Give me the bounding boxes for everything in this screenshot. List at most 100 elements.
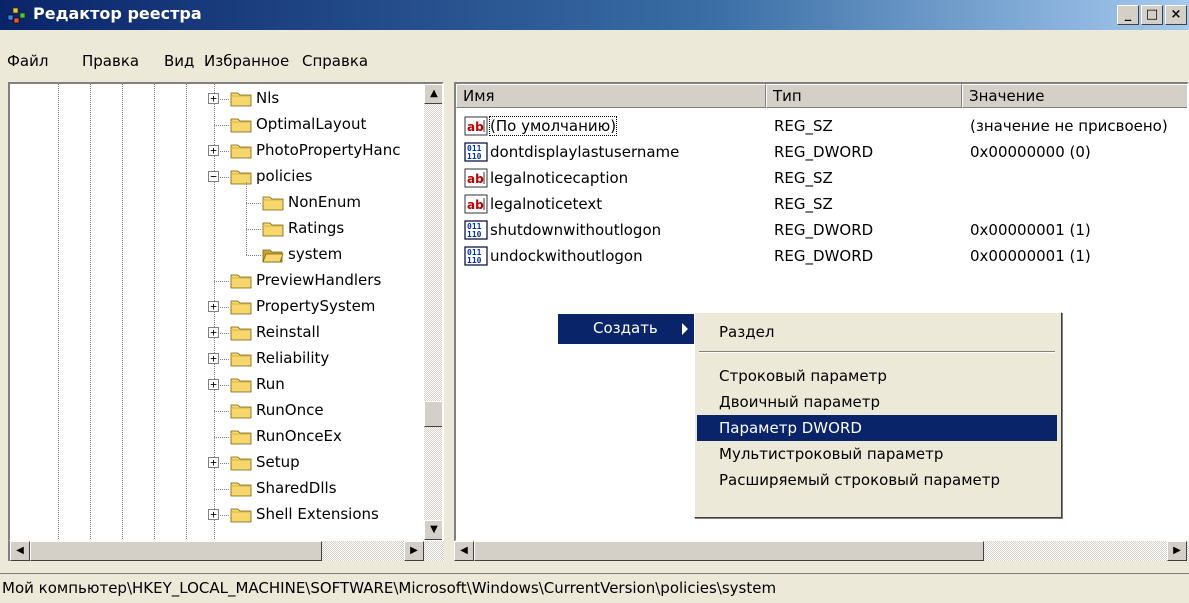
value-data: (значение не присвоено) bbox=[970, 117, 1168, 135]
close-button[interactable]: × bbox=[1165, 5, 1187, 25]
tree-item-label: RunOnce bbox=[256, 401, 324, 419]
submenu-item-expandable-string-value[interactable]: Расширяемый строковый параметр bbox=[697, 467, 1057, 493]
collapse-icon[interactable]: − bbox=[208, 171, 219, 182]
tree-item-label: PhotoPropertyHanc bbox=[256, 141, 401, 159]
tree-connector bbox=[214, 489, 230, 490]
tree-item[interactable]: SharedDlls bbox=[10, 476, 420, 502]
submenu-item-key[interactable]: Раздел bbox=[697, 319, 1057, 345]
tree-connector bbox=[214, 281, 230, 282]
menu-edit[interactable]: Правка bbox=[82, 52, 139, 70]
tree-item[interactable]: system bbox=[10, 242, 420, 268]
tree-item-label: Run bbox=[256, 375, 285, 393]
context-menu-create[interactable]: Создать bbox=[558, 314, 696, 344]
tree-connector bbox=[214, 125, 230, 126]
expand-icon[interactable]: + bbox=[208, 353, 219, 364]
tree-item[interactable]: + Reinstall bbox=[10, 320, 420, 346]
expand-icon[interactable]: + bbox=[208, 301, 219, 312]
expand-icon[interactable]: + bbox=[208, 93, 219, 104]
folder-icon bbox=[230, 298, 252, 315]
expand-icon[interactable]: + bbox=[208, 509, 219, 520]
svg-text:ab: ab bbox=[467, 120, 484, 134]
dword-value-icon: 011 110 bbox=[464, 246, 488, 266]
title-bar[interactable]: Редактор реестра _ □ × bbox=[0, 0, 1189, 30]
tree-item-label: PreviewHandlers bbox=[256, 271, 382, 289]
key-tree[interactable]: + Nls OptimalLayout + PhotoPropertyHanc − poli… bbox=[8, 82, 444, 542]
folder-icon bbox=[262, 220, 284, 237]
tree-item[interactable]: RunOnceEx bbox=[10, 424, 420, 450]
tree-item[interactable]: + Shell Extensions bbox=[10, 502, 420, 528]
list-hscroll-thumb[interactable] bbox=[474, 541, 984, 561]
tree-item[interactable]: PreviewHandlers bbox=[10, 268, 420, 294]
tree-item[interactable]: + PropertySystem bbox=[10, 294, 420, 320]
tree-item[interactable]: Ratings bbox=[10, 216, 420, 242]
column-header-value[interactable]: Значение bbox=[962, 84, 1187, 108]
folder-open-icon bbox=[262, 246, 284, 263]
string-value-icon: ab bbox=[464, 168, 488, 188]
folder-icon bbox=[230, 272, 252, 289]
minimize-button[interactable]: _ bbox=[1117, 5, 1139, 25]
scroll-right-arrow-icon[interactable]: ▶ bbox=[404, 541, 424, 561]
scroll-right-arrow-icon[interactable]: ▶ bbox=[1167, 541, 1187, 561]
tree-item[interactable]: + Run bbox=[10, 372, 420, 398]
tree-item-label: PropertySystem bbox=[256, 297, 376, 315]
list-row[interactable]: ab legalnoticecaption REG_SZ bbox=[456, 166, 1187, 192]
folder-icon bbox=[230, 506, 252, 523]
folder-icon bbox=[230, 90, 252, 107]
folder-icon bbox=[230, 350, 252, 367]
registry-editor-icon bbox=[7, 7, 26, 24]
expand-icon[interactable]: + bbox=[208, 327, 219, 338]
tree-item-label: RunOnceEx bbox=[256, 427, 342, 445]
submenu-item-string-value[interactable]: Строковый параметр bbox=[697, 363, 1057, 389]
tree-item[interactable]: + PhotoPropertyHanc bbox=[10, 138, 420, 164]
maximize-button[interactable]: □ bbox=[1141, 5, 1163, 25]
menu-favorites[interactable]: Избранное bbox=[204, 52, 289, 70]
tree-item[interactable]: − policies bbox=[10, 164, 420, 190]
tree-connector bbox=[246, 203, 262, 204]
submenu-separator bbox=[699, 351, 1055, 353]
tree-hscroll-thumb[interactable] bbox=[30, 541, 322, 561]
tree-item-label: SharedDlls bbox=[256, 479, 337, 497]
tree-guide-line bbox=[246, 182, 247, 256]
tree-scroll-thumb[interactable] bbox=[424, 401, 442, 427]
expand-icon[interactable]: + bbox=[208, 145, 219, 156]
folder-icon bbox=[230, 376, 252, 393]
tree-item[interactable]: RunOnce bbox=[10, 398, 420, 424]
list-row[interactable]: ab legalnoticetext REG_SZ bbox=[456, 192, 1187, 218]
scroll-up-arrow-icon[interactable]: ▲ bbox=[424, 84, 442, 104]
tree-item[interactable]: + Nls bbox=[10, 86, 420, 112]
submenu-item-binary-value[interactable]: Двоичный параметр bbox=[697, 389, 1057, 415]
tree-item[interactable]: + Reliability bbox=[10, 346, 420, 372]
expand-icon[interactable]: + bbox=[208, 379, 219, 390]
value-name: dontdisplaylastusername bbox=[490, 143, 680, 161]
list-row[interactable]: 011 110 dontdisplaylastusername REG_DWORD 0x… bbox=[456, 140, 1187, 166]
menu-file[interactable]: Файл bbox=[7, 52, 48, 70]
list-row[interactable]: 011 110 undockwithoutlogon REG_DWORD 0x00000… bbox=[456, 244, 1187, 270]
menu-view[interactable]: Вид bbox=[164, 52, 194, 70]
tree-horizontal-scrollbar[interactable]: ◀ ▶ bbox=[8, 541, 444, 561]
submenu-item-dword-value[interactable]: Параметр DWORD bbox=[697, 415, 1057, 441]
scroll-left-arrow-icon[interactable]: ◀ bbox=[454, 541, 474, 561]
expand-icon[interactable]: + bbox=[208, 457, 219, 468]
tree-item[interactable]: + Setup bbox=[10, 450, 420, 476]
tree-connector bbox=[246, 229, 262, 230]
folder-icon bbox=[230, 168, 252, 185]
list-horizontal-scrollbar[interactable]: ◀ ▶ bbox=[454, 541, 1189, 561]
submenu-item-multistring-value[interactable]: Мультистроковый параметр bbox=[697, 441, 1057, 467]
tree-item-label: Nls bbox=[256, 89, 280, 107]
svg-text:110: 110 bbox=[467, 256, 482, 265]
dword-value-icon: 011 110 bbox=[464, 142, 488, 162]
tree-connector bbox=[214, 437, 230, 438]
list-row[interactable]: ab (По умолчанию) REG_SZ (значение не присв… bbox=[456, 114, 1187, 140]
menu-help[interactable]: Справка bbox=[302, 52, 368, 70]
list-row[interactable]: 011 110 shutdownwithoutlogon REG_DWORD 0x000… bbox=[456, 218, 1187, 244]
tree-item[interactable]: NonEnum bbox=[10, 190, 420, 216]
tree-vertical-scrollbar[interactable]: ▲ ▼ bbox=[424, 84, 442, 540]
folder-icon bbox=[230, 480, 252, 497]
tree-item[interactable]: OptimalLayout bbox=[10, 112, 420, 138]
value-name: undockwithoutlogon bbox=[490, 247, 643, 265]
status-bar: Мой компьютер\HKEY_LOCAL_MACHINE\SOFTWAR… bbox=[0, 573, 1189, 603]
column-header-type[interactable]: Тип bbox=[766, 84, 962, 108]
column-header-name[interactable]: Имя bbox=[456, 84, 766, 108]
scroll-down-arrow-icon[interactable]: ▼ bbox=[424, 520, 442, 540]
scroll-left-arrow-icon[interactable]: ◀ bbox=[10, 541, 30, 561]
